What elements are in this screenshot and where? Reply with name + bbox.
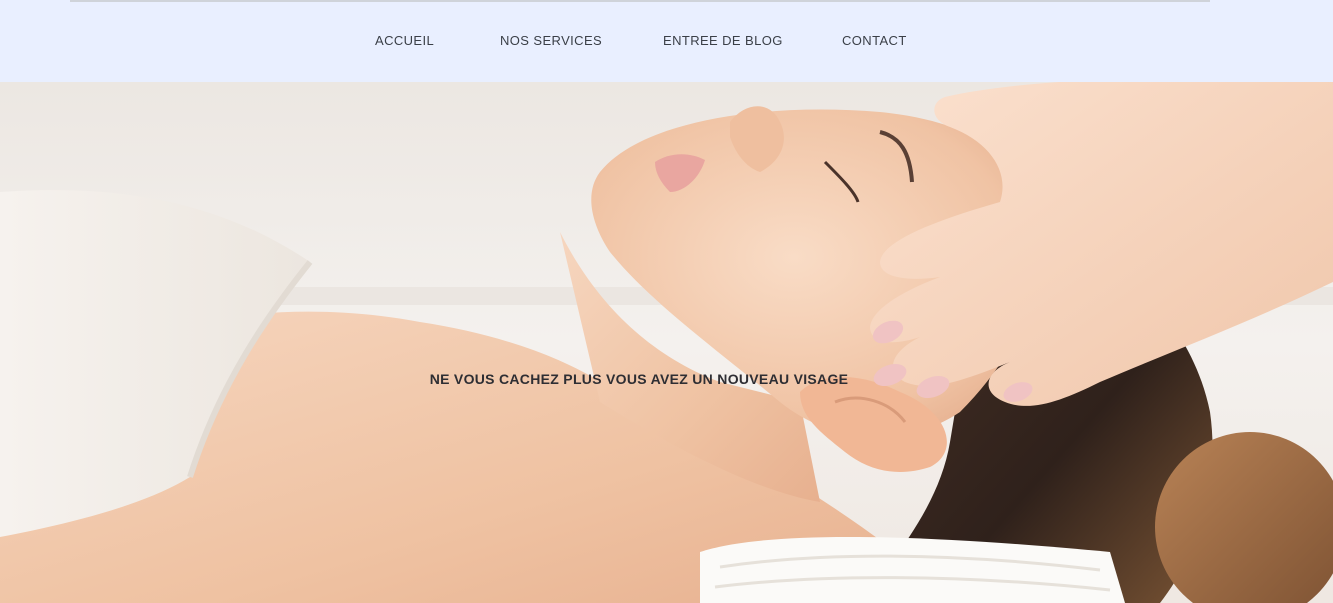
nav-item-accueil[interactable]: ACCUEIL bbox=[375, 33, 434, 48]
header-divider bbox=[70, 0, 1210, 2]
nav-item-entree-de-blog[interactable]: ENTREE DE BLOG bbox=[663, 33, 783, 48]
main-nav: ACCUEIL NOS SERVICES ENTREE DE BLOG CONT… bbox=[0, 33, 1333, 51]
nav-item-contact[interactable]: CONTACT bbox=[842, 33, 907, 48]
hero-tagline: NE VOUS CACHEZ PLUS VOUS AVEZ UN NOUVEAU… bbox=[429, 371, 849, 387]
nav-item-nos-services[interactable]: NOS SERVICES bbox=[500, 33, 602, 48]
hero-image bbox=[0, 82, 1333, 603]
site-header: ACCUEIL NOS SERVICES ENTREE DE BLOG CONT… bbox=[0, 0, 1333, 82]
hero-banner: NE VOUS CACHEZ PLUS VOUS AVEZ UN NOUVEAU… bbox=[0, 82, 1333, 603]
